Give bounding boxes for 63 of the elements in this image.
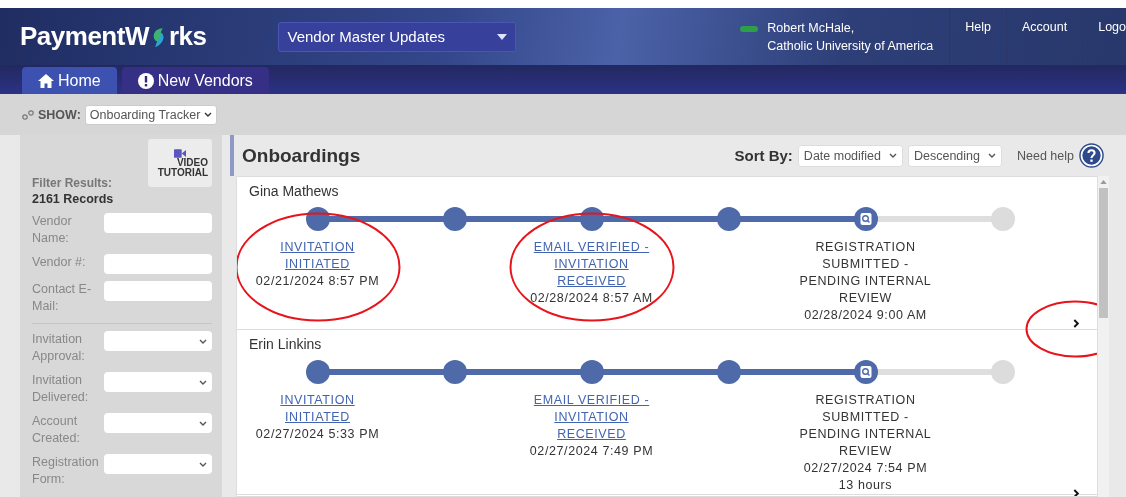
chevron-down-icon (988, 153, 996, 158)
organization-name: Catholic University of America (767, 37, 934, 55)
workspace-dropdown[interactable]: Vendor Master Updates (278, 21, 517, 52)
scrollbar[interactable] (1098, 176, 1109, 497)
step-date: 02/28/2024 9:00 AM (804, 307, 927, 324)
filter-input[interactable] (104, 254, 212, 274)
sort-order-select[interactable]: Descending (908, 144, 1002, 167)
filter-select[interactable] (104, 454, 212, 474)
vendor-name: Erin Linkins (249, 336, 323, 352)
chevron-down-icon (889, 153, 897, 158)
filter-input[interactable] (104, 281, 212, 301)
filter-label: Registration Form: (32, 454, 100, 488)
filter-label: Invitation Delivered: (32, 372, 90, 406)
scroll-up-icon[interactable] (1100, 180, 1107, 184)
status-indicator-icon (740, 25, 759, 32)
filter-input[interactable] (104, 213, 212, 233)
view-select[interactable]: Onboarding Tracker (84, 104, 218, 125)
next-arrow-button[interactable] (1071, 317, 1082, 330)
step-link[interactable]: INVITATION INITIATED (249, 239, 386, 273)
step-link[interactable]: INVITATION INITIATED (249, 392, 386, 426)
sort-label: Sort By: (734, 147, 793, 164)
video-camera-icon (174, 148, 186, 158)
nav-tab[interactable]: New Vendors (121, 67, 269, 94)
help-label: Need help (1017, 148, 1074, 163)
filter-label: Invitation Approval: (32, 331, 86, 365)
logo-text: rks (168, 21, 207, 52)
section-title: Onboardings (242, 144, 361, 167)
chevron-down-icon (199, 461, 207, 467)
vendor-name: Gina Mathews (249, 183, 340, 199)
help-icon[interactable] (1079, 143, 1104, 168)
chevron-down-icon (199, 338, 207, 344)
filter-label: Vendor Name: (32, 213, 73, 247)
home-icon (38, 73, 54, 88)
logo-text: PaymentW (20, 21, 149, 52)
step-link[interactable]: EMAIL VERIFIED - INVITATION RECEIVED (523, 239, 660, 290)
filter-label: Vendor #: (32, 254, 87, 271)
step-label: REGISTRATION SUBMITTED - PENDING INTERNAL REVIEW (798, 239, 933, 307)
step-date: 02/27/2024 5:33 PM (255, 426, 380, 443)
filter-select[interactable] (104, 331, 212, 351)
link-icon (22, 109, 34, 120)
step-date: 02/27/2024 7:49 PM (529, 443, 654, 460)
filter-label: Contact E-Mail: (32, 281, 93, 315)
step-date: 02/21/2024 8:57 PM (255, 273, 380, 290)
chevron-down-icon (204, 112, 213, 117)
video-tutorial-button[interactable]: VIDEO TUTORIAL (148, 139, 212, 187)
step-date: 02/27/2024 7:54 PM (803, 460, 928, 477)
exclamation-icon (137, 72, 154, 89)
record-count: 2161 Records (32, 192, 114, 206)
filter-select[interactable] (104, 413, 212, 433)
show-label: SHOW: (38, 107, 81, 122)
filter-title: Filter Results: (32, 176, 113, 190)
step-date: 02/28/2024 8:57 AM (530, 290, 653, 307)
nav-tab[interactable]: Home (22, 67, 117, 94)
step-label: REGISTRATION SUBMITTED - PENDING INTERNAL REVIEW (798, 392, 933, 460)
chevron-down-icon (199, 379, 207, 385)
sort-field-select[interactable]: Date modified (797, 144, 903, 167)
step-duration: 13 hours (838, 477, 893, 494)
step-link[interactable]: EMAIL VERIFIED - INVITATION RECEIVED (523, 392, 660, 443)
filter-label: Account Created: (32, 413, 81, 447)
filter-select[interactable] (104, 372, 212, 392)
caret-icon (497, 33, 508, 40)
chevron-down-icon (199, 420, 207, 426)
user-name: Robert McHale, (767, 19, 856, 37)
